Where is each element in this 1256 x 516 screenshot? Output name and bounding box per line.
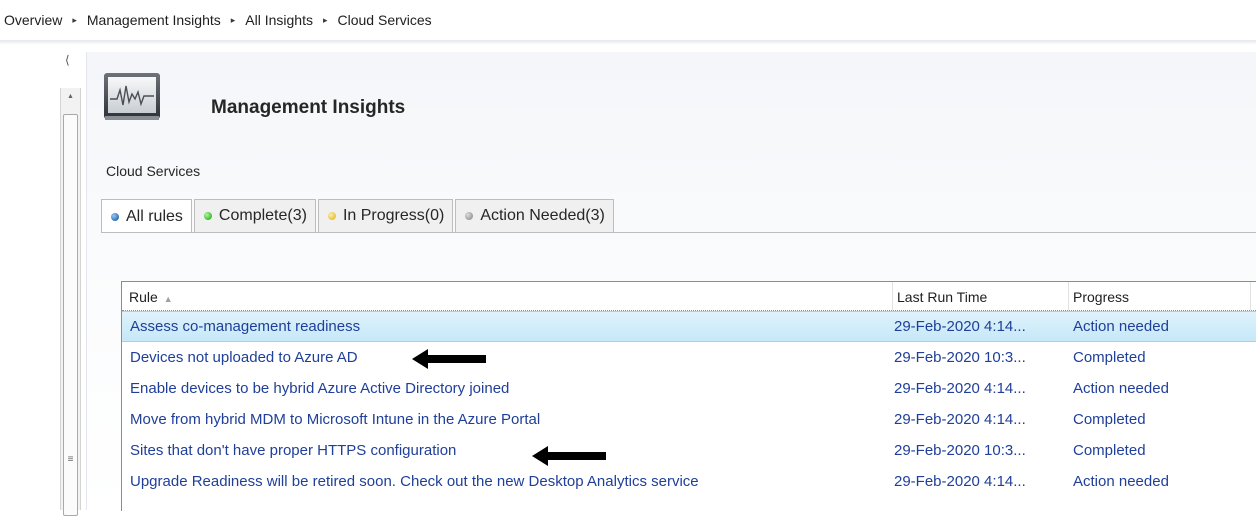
breadcrumb-all-insights[interactable]: All Insights (245, 12, 313, 28)
last-run-cell: 29-Feb-2020 4:14... (894, 473, 1026, 490)
progress-cell: Completed (1073, 442, 1146, 459)
sort-ascending-icon: ▲ (163, 294, 173, 304)
collapse-pane-icon[interactable]: ⟨ (65, 53, 70, 67)
table-row[interactable]: Devices not uploaded to Azure AD 29-Feb-… (122, 342, 1256, 373)
rule-cell: Sites that don't have proper HTTPS confi… (130, 442, 457, 459)
vertical-scrollbar[interactable]: ▲ ≡ (60, 88, 81, 516)
breadcrumb-management-insights[interactable]: Management Insights (87, 12, 221, 28)
tab-label: In Progress(0) (342, 207, 445, 224)
rule-cell: Move from hybrid MDM to Microsoft Intune… (130, 411, 541, 428)
table-row[interactable]: Move from hybrid MDM to Microsoft Intune… (122, 404, 1256, 435)
main-panel: Management Insights Cloud Services All r… (86, 52, 1256, 511)
green-status-dot-icon (203, 212, 212, 220)
table-header: Rule ▲ Last Run Time Progress (122, 282, 1256, 311)
blue-status-dot-icon (111, 212, 119, 221)
column-header-rule[interactable]: Rule ▲ (126, 282, 889, 310)
filter-tabs: All rules Complete(3) In Progress(0) Act… (101, 199, 616, 233)
scroll-up-icon[interactable]: ▲ (61, 88, 80, 106)
tab-action-needed[interactable]: Action Needed(3) (455, 199, 614, 232)
tab-strip-divider (101, 232, 1256, 233)
breadcrumb-separator-icon: ▸ (322, 14, 328, 25)
rule-cell: Enable devices to be hybrid Azure Active… (130, 380, 510, 397)
table-row[interactable]: Enable devices to be hybrid Azure Active… (122, 373, 1256, 404)
table-row[interactable]: Upgrade Readiness will be retired soon. … (122, 466, 1256, 497)
tab-complete[interactable]: Complete(3) (193, 199, 316, 232)
table-row[interactable]: Assess co-management readiness 29-Feb-20… (122, 311, 1256, 342)
breadcrumb-cloud-services[interactable]: Cloud Services (338, 12, 432, 28)
last-run-cell: 29-Feb-2020 4:14... (894, 318, 1026, 335)
progress-cell: Action needed (1073, 318, 1169, 335)
last-run-cell: 29-Feb-2020 4:14... (894, 411, 1026, 428)
column-header-progress[interactable]: Progress (1070, 282, 1253, 310)
performance-monitor-icon (104, 73, 160, 120)
tab-label: Complete(3) (218, 207, 307, 224)
rule-cell: Upgrade Readiness will be retired soon. … (130, 473, 699, 490)
last-run-cell: 29-Feb-2020 10:3... (894, 442, 1026, 459)
rule-cell: Assess co-management readiness (130, 318, 361, 335)
column-header-label: Rule (129, 289, 158, 305)
table-row[interactable]: Sites that don't have proper HTTPS confi… (122, 435, 1256, 466)
yellow-status-dot-icon (327, 212, 336, 220)
tab-all-rules[interactable]: All rules (101, 199, 192, 233)
column-divider[interactable] (1068, 282, 1069, 310)
progress-cell: Completed (1073, 349, 1146, 366)
tab-label: All rules (126, 207, 183, 225)
grip-icon: ≡ (67, 454, 74, 465)
breadcrumb-overview[interactable]: Overview (0, 12, 62, 28)
annotation-arrow-left-icon (412, 349, 486, 369)
page-subtitle: Cloud Services (106, 163, 201, 179)
breadcrumb-separator-icon: ▸ (72, 14, 77, 25)
last-run-cell: 29-Feb-2020 10:3... (894, 349, 1026, 366)
rule-cell: Devices not uploaded to Azure AD (130, 349, 358, 366)
breadcrumb: Overview ▸ Management Insights ▸ All Ins… (0, 0, 1256, 41)
annotation-arrow-left-icon (532, 446, 606, 466)
column-divider[interactable] (892, 282, 893, 310)
page-title: Management Insights (211, 97, 406, 118)
last-run-cell: 29-Feb-2020 4:14... (894, 380, 1026, 397)
progress-cell: Action needed (1073, 473, 1169, 490)
breadcrumb-shadow (0, 40, 1256, 45)
column-divider[interactable] (1250, 282, 1251, 310)
progress-cell: Action needed (1073, 380, 1169, 397)
tab-label: Action Needed(3) (480, 207, 605, 224)
gray-status-dot-icon (465, 212, 474, 220)
scrollbar-thumb[interactable]: ≡ (63, 114, 78, 516)
progress-cell: Completed (1073, 411, 1146, 428)
breadcrumb-separator-icon: ▸ (230, 14, 236, 25)
tab-in-progress[interactable]: In Progress(0) (317, 199, 454, 232)
rules-table: Rule ▲ Last Run Time Progress Assess co-m… (121, 281, 1256, 511)
column-header-last-run-time[interactable]: Last Run Time (894, 282, 1067, 310)
